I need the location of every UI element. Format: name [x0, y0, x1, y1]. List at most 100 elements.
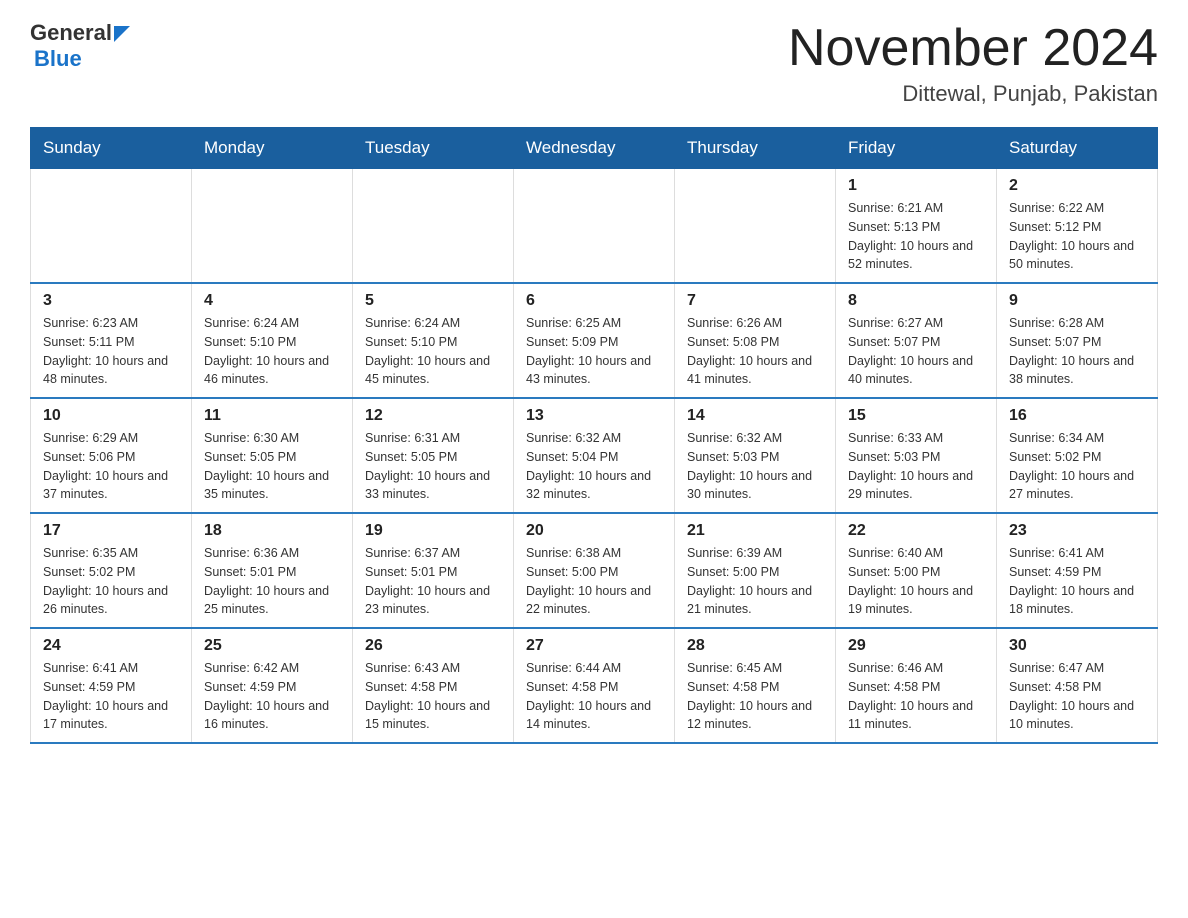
calendar-cell [31, 169, 192, 284]
day-number: 5 [365, 292, 501, 310]
calendar-cell: 4 Sunrise: 6:24 AMSunset: 5:10 PMDaylight… [192, 283, 353, 398]
calendar-cell: 22 Sunrise: 6:40 AMSunset: 5:00 PMDayligh… [836, 513, 997, 628]
day-number: 10 [43, 407, 179, 425]
calendar-cell: 29Sunrise: 6:46 AMSunset: 4:58 PMDayligh… [836, 628, 997, 743]
calendar-cell: 18 Sunrise: 6:36 AMSunset: 5:01 PMDayligh… [192, 513, 353, 628]
calendar-week-2: 3 Sunrise: 6:23 AMSunset: 5:11 PMDaylight… [31, 283, 1158, 398]
day-number: 26 [365, 637, 501, 655]
day-header-tuesday: Tuesday [353, 128, 514, 169]
day-number: 14 [687, 407, 823, 425]
page-header: General Blue November 2024 Dittewal, Pun… [30, 20, 1158, 107]
calendar-cell: 24Sunrise: 6:41 AMSunset: 4:59 PMDayligh… [31, 628, 192, 743]
day-number: 27 [526, 637, 662, 655]
logo-general-text: General [30, 20, 112, 46]
day-number: 3 [43, 292, 179, 310]
day-number: 30 [1009, 637, 1145, 655]
calendar-cell: 13Sunrise: 6:32 AMSunset: 5:04 PMDayligh… [514, 398, 675, 513]
calendar-week-5: 24Sunrise: 6:41 AMSunset: 4:59 PMDayligh… [31, 628, 1158, 743]
calendar-cell: 21Sunrise: 6:39 AMSunset: 5:00 PMDayligh… [675, 513, 836, 628]
day-header-thursday: Thursday [675, 128, 836, 169]
logo: General Blue [30, 20, 130, 72]
day-number: 9 [1009, 292, 1145, 310]
calendar-cell: 10 Sunrise: 6:29 AMSunset: 5:06 PMDayligh… [31, 398, 192, 513]
calendar-cell: 3 Sunrise: 6:23 AMSunset: 5:11 PMDaylight… [31, 283, 192, 398]
logo-blue-text: Blue [30, 46, 130, 72]
calendar-cell: 16Sunrise: 6:34 AMSunset: 5:02 PMDayligh… [997, 398, 1158, 513]
calendar-cell: 26 Sunrise: 6:43 AMSunset: 4:58 PMDayligh… [353, 628, 514, 743]
calendar-week-4: 17 Sunrise: 6:35 AMSunset: 5:02 PMDayligh… [31, 513, 1158, 628]
calendar-cell: 20 Sunrise: 6:38 AMSunset: 5:00 PMDayligh… [514, 513, 675, 628]
day-info: Sunrise: 6:29 AMSunset: 5:06 PMDaylight:… [43, 429, 179, 504]
calendar-cell: 28 Sunrise: 6:45 AMSunset: 4:58 PMDayligh… [675, 628, 836, 743]
day-number: 15 [848, 407, 984, 425]
day-number: 22 [848, 522, 984, 540]
day-number: 12 [365, 407, 501, 425]
day-number: 25 [204, 637, 340, 655]
calendar-table: SundayMondayTuesdayWednesdayThursdayFrid… [30, 127, 1158, 744]
day-info: Sunrise: 6:25 AMSunset: 5:09 PMDaylight:… [526, 314, 662, 389]
day-number: 7 [687, 292, 823, 310]
days-of-week-row: SundayMondayTuesdayWednesdayThursdayFrid… [31, 128, 1158, 169]
calendar-cell: 8Sunrise: 6:27 AMSunset: 5:07 PMDaylight… [836, 283, 997, 398]
day-header-wednesday: Wednesday [514, 128, 675, 169]
day-info: Sunrise: 6:21 AMSunset: 5:13 PMDaylight:… [848, 199, 984, 274]
day-number: 28 [687, 637, 823, 655]
day-number: 13 [526, 407, 662, 425]
day-info: Sunrise: 6:42 AMSunset: 4:59 PMDaylight:… [204, 659, 340, 734]
day-number: 1 [848, 177, 984, 195]
day-info: Sunrise: 6:45 AMSunset: 4:58 PMDaylight:… [687, 659, 823, 734]
day-info: Sunrise: 6:22 AMSunset: 5:12 PMDaylight:… [1009, 199, 1145, 274]
day-info: Sunrise: 6:43 AMSunset: 4:58 PMDaylight:… [365, 659, 501, 734]
day-info: Sunrise: 6:24 AMSunset: 5:10 PMDaylight:… [204, 314, 340, 389]
day-number: 18 [204, 522, 340, 540]
calendar-cell: 17 Sunrise: 6:35 AMSunset: 5:02 PMDayligh… [31, 513, 192, 628]
day-info: Sunrise: 6:32 AMSunset: 5:03 PMDaylight:… [687, 429, 823, 504]
day-number: 21 [687, 522, 823, 540]
calendar-cell: 7 Sunrise: 6:26 AMSunset: 5:08 PMDaylight… [675, 283, 836, 398]
calendar-cell: 27 Sunrise: 6:44 AMSunset: 4:58 PMDayligh… [514, 628, 675, 743]
calendar-cell [353, 169, 514, 284]
calendar-cell: 25 Sunrise: 6:42 AMSunset: 4:59 PMDayligh… [192, 628, 353, 743]
day-header-monday: Monday [192, 128, 353, 169]
day-info: Sunrise: 6:37 AMSunset: 5:01 PMDaylight:… [365, 544, 501, 619]
day-header-saturday: Saturday [997, 128, 1158, 169]
day-info: Sunrise: 6:35 AMSunset: 5:02 PMDaylight:… [43, 544, 179, 619]
day-info: Sunrise: 6:44 AMSunset: 4:58 PMDaylight:… [526, 659, 662, 734]
day-info: Sunrise: 6:30 AMSunset: 5:05 PMDaylight:… [204, 429, 340, 504]
calendar-cell: 6Sunrise: 6:25 AMSunset: 5:09 PMDaylight… [514, 283, 675, 398]
day-number: 8 [848, 292, 984, 310]
calendar-cell: 15Sunrise: 6:33 AMSunset: 5:03 PMDayligh… [836, 398, 997, 513]
day-number: 4 [204, 292, 340, 310]
day-number: 29 [848, 637, 984, 655]
calendar-cell: 1 Sunrise: 6:21 AMSunset: 5:13 PMDaylight… [836, 169, 997, 284]
day-info: Sunrise: 6:23 AMSunset: 5:11 PMDaylight:… [43, 314, 179, 389]
calendar-cell: 14 Sunrise: 6:32 AMSunset: 5:03 PMDayligh… [675, 398, 836, 513]
calendar-body: 1 Sunrise: 6:21 AMSunset: 5:13 PMDaylight… [31, 169, 1158, 744]
month-title: November 2024 [788, 20, 1158, 77]
calendar-header: SundayMondayTuesdayWednesdayThursdayFrid… [31, 128, 1158, 169]
day-info: Sunrise: 6:41 AMSunset: 4:59 PMDaylight:… [1009, 544, 1145, 619]
calendar-cell: 30Sunrise: 6:47 AMSunset: 4:58 PMDayligh… [997, 628, 1158, 743]
day-number: 17 [43, 522, 179, 540]
calendar-cell: 9Sunrise: 6:28 AMSunset: 5:07 PMDaylight… [997, 283, 1158, 398]
calendar-cell [192, 169, 353, 284]
day-number: 19 [365, 522, 501, 540]
day-info: Sunrise: 6:24 AMSunset: 5:10 PMDaylight:… [365, 314, 501, 389]
calendar-cell: 23 Sunrise: 6:41 AMSunset: 4:59 PMDayligh… [997, 513, 1158, 628]
day-number: 20 [526, 522, 662, 540]
day-number: 24 [43, 637, 179, 655]
day-info: Sunrise: 6:38 AMSunset: 5:00 PMDaylight:… [526, 544, 662, 619]
calendar-cell: 11 Sunrise: 6:30 AMSunset: 5:05 PMDayligh… [192, 398, 353, 513]
day-info: Sunrise: 6:36 AMSunset: 5:01 PMDaylight:… [204, 544, 340, 619]
day-number: 11 [204, 407, 340, 425]
calendar-cell: 19 Sunrise: 6:37 AMSunset: 5:01 PMDayligh… [353, 513, 514, 628]
calendar-week-3: 10 Sunrise: 6:29 AMSunset: 5:06 PMDayligh… [31, 398, 1158, 513]
day-info: Sunrise: 6:34 AMSunset: 5:02 PMDaylight:… [1009, 429, 1145, 504]
day-info: Sunrise: 6:40 AMSunset: 5:00 PMDaylight:… [848, 544, 984, 619]
calendar-cell [514, 169, 675, 284]
day-info: Sunrise: 6:26 AMSunset: 5:08 PMDaylight:… [687, 314, 823, 389]
day-header-sunday: Sunday [31, 128, 192, 169]
day-number: 23 [1009, 522, 1145, 540]
calendar-cell: 2Sunrise: 6:22 AMSunset: 5:12 PMDaylight… [997, 169, 1158, 284]
location-text: Dittewal, Punjab, Pakistan [788, 81, 1158, 107]
